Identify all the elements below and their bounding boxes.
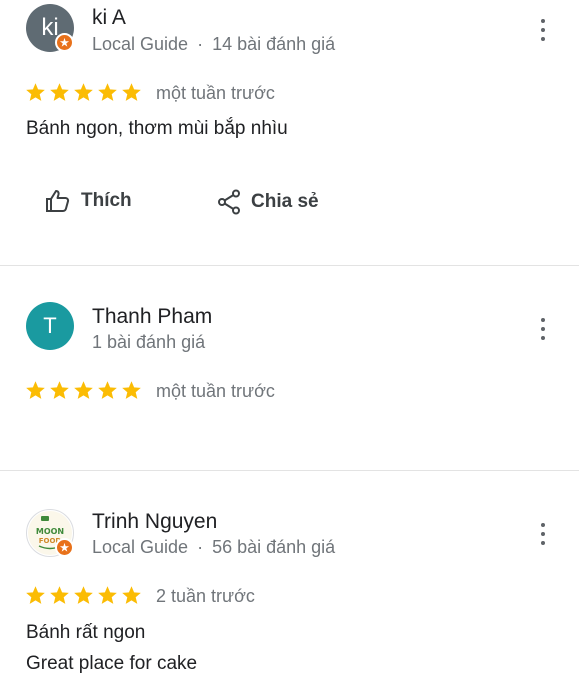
more-vert-dot (541, 336, 545, 340)
more-vert-icon (541, 523, 545, 527)
reviewer-name[interactable]: Thanh Pham (92, 305, 212, 329)
local-guide-label: Local Guide (92, 34, 189, 54)
review-count: 1 bài đánh giá (92, 332, 206, 352)
review-card: ki ki A Local Guide · 14 bài đánh giá một … (0, 0, 579, 265)
star-icon (98, 83, 117, 101)
more-vert-dot (541, 541, 545, 545)
more-vert-dot (541, 532, 545, 536)
star-icon (74, 83, 93, 101)
reviewer-meta: Local Guide · 14 bài đánh giá (92, 34, 335, 55)
more-options-button[interactable] (535, 318, 551, 340)
star-icon (50, 381, 69, 399)
like-label: Thích (81, 190, 132, 211)
star-icon (122, 381, 141, 399)
more-vert-dot (541, 327, 545, 331)
logo-text-top: MOON (36, 527, 64, 536)
star-icon (74, 586, 93, 604)
star-icon (50, 586, 69, 604)
star-rating (25, 585, 142, 607)
star-icon (26, 381, 45, 399)
review-text: Great place for cake (26, 653, 198, 674)
avatar-initials: T (43, 313, 57, 338)
review-count: 56 bài đánh giá (212, 537, 336, 557)
review-card: T Thanh Pham 1 bài đánh giá một tuần trư… (0, 266, 579, 470)
reviewer-meta: Local Guide · 56 bài đánh giá (92, 537, 335, 558)
local-guide-badge-icon (55, 538, 74, 557)
review-time: một tuần trước (156, 83, 275, 103)
review-text: Bánh rất ngon (26, 622, 146, 643)
star-icon (122, 83, 141, 101)
more-vert-icon (541, 318, 545, 322)
star-rating (25, 380, 142, 402)
more-vert-dot (541, 37, 545, 41)
share-label: Chia sẻ (251, 191, 319, 212)
review-card: MOON FOOD Trinh Nguyen Local Guide · 56 bà… (0, 471, 579, 696)
avatar[interactable]: T (26, 302, 74, 350)
like-button[interactable]: Thích (45, 189, 132, 213)
more-vert-dot (541, 28, 545, 32)
more-options-button[interactable] (535, 523, 551, 545)
reviewer-name[interactable]: ki A (92, 6, 126, 30)
share-button[interactable]: Chia sẻ (217, 189, 319, 215)
star-icon (98, 381, 117, 399)
avatar[interactable]: MOON FOOD (26, 509, 74, 557)
meta-separator: · (197, 34, 204, 54)
more-options-button[interactable] (535, 19, 551, 41)
local-guide-label: Local Guide (92, 537, 189, 557)
star-icon (98, 586, 117, 604)
review-text: Bánh ngon, thơm mùi bắp nhìu (26, 118, 288, 139)
local-guide-badge-icon (55, 33, 74, 52)
share-icon (218, 189, 240, 215)
review-time: một tuần trước (156, 381, 275, 401)
reviewer-name[interactable]: Trinh Nguyen (92, 510, 217, 534)
star-icon (122, 586, 141, 604)
star-icon (50, 83, 69, 101)
star-rating (25, 82, 142, 104)
review-count: 14 bài đánh giá (212, 34, 336, 54)
star-icon (74, 381, 93, 399)
review-time: 2 tuần trước (156, 586, 255, 606)
reviewer-meta: 1 bài đánh giá (92, 332, 205, 353)
meta-separator: · (197, 537, 204, 557)
star-icon (26, 586, 45, 604)
avatar[interactable]: ki (26, 4, 74, 52)
star-icon (26, 83, 45, 101)
more-vert-icon (541, 19, 545, 23)
thumb-up-icon (46, 190, 70, 212)
